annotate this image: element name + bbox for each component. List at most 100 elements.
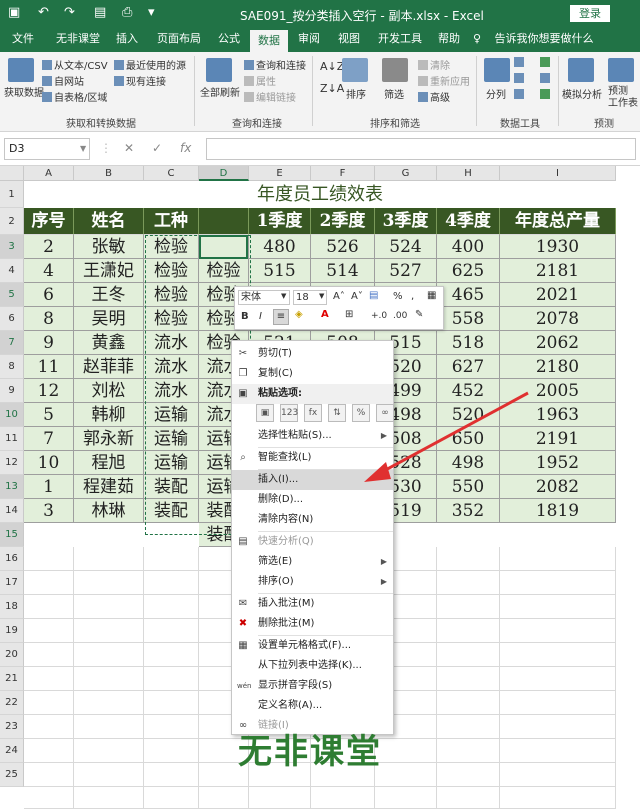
table-cell[interactable]: 5: [24, 403, 74, 427]
empty-cell[interactable]: [24, 691, 74, 715]
table-cell[interactable]: 王冬: [74, 283, 144, 307]
empty-cell[interactable]: [144, 619, 199, 643]
table-cell[interactable]: 1952: [500, 451, 616, 475]
table-cell[interactable]: 2: [24, 235, 74, 259]
row-header-24[interactable]: 24: [0, 739, 24, 763]
row-header-1[interactable]: 1: [0, 181, 24, 208]
empty-cell[interactable]: [437, 571, 500, 595]
clear-button[interactable]: 清除: [418, 57, 450, 72]
paste-icon[interactable]: ▣: [256, 404, 274, 422]
table-cell[interactable]: 12: [24, 379, 74, 403]
empty-cell[interactable]: [24, 763, 74, 787]
row-header-3[interactable]: 3: [0, 235, 24, 259]
empty-cell[interactable]: [144, 643, 199, 667]
customize-icon[interactable]: ▾: [148, 5, 155, 20]
empty-cell[interactable]: [144, 691, 199, 715]
table-cell[interactable]: 2021: [500, 283, 616, 307]
empty-cell[interactable]: [249, 787, 311, 809]
reapply-button[interactable]: 重新应用: [418, 73, 470, 88]
table-cell[interactable]: 514: [311, 259, 375, 283]
table-cell[interactable]: 林琳: [74, 499, 144, 523]
row-header-17[interactable]: 17: [0, 571, 24, 595]
table-cell[interactable]: 4: [24, 259, 74, 283]
table-header-cell[interactable]: 序号: [24, 208, 74, 235]
recent-sources-button[interactable]: 最近使用的源: [114, 57, 186, 72]
table-cell[interactable]: 1: [24, 475, 74, 499]
table-cell[interactable]: 2180: [500, 355, 616, 379]
properties-button[interactable]: 属性: [244, 73, 276, 88]
empty-cell[interactable]: [144, 715, 199, 739]
selected-cell-d3[interactable]: [199, 235, 248, 259]
column-header-b[interactable]: B: [74, 166, 144, 181]
empty-cell[interactable]: [74, 763, 144, 787]
row-header-9[interactable]: 9: [0, 379, 24, 403]
increase-decimal-icon[interactable]: +.0: [371, 311, 387, 321]
table-cell[interactable]: 2005: [500, 379, 616, 403]
split-button[interactable]: 分列: [486, 86, 506, 101]
consolidate-icon[interactable]: [540, 57, 552, 69]
column-header-i[interactable]: I: [500, 166, 616, 181]
table-cell[interactable]: 11: [24, 355, 74, 379]
table-cell[interactable]: 515: [249, 259, 311, 283]
table-cell[interactable]: 550: [437, 475, 500, 499]
empty-cell[interactable]: [74, 643, 144, 667]
enter-icon[interactable]: ✓: [152, 141, 162, 155]
table-cell[interactable]: 625: [437, 259, 500, 283]
comma-icon[interactable]: ,: [411, 291, 414, 302]
row-header-19[interactable]: 19: [0, 619, 24, 643]
column-header-h[interactable]: H: [437, 166, 500, 181]
empty-cell[interactable]: [437, 787, 500, 809]
menu-phonetic[interactable]: wén 显示拼音字段(S): [232, 676, 393, 696]
format-painter-icon[interactable]: ✎: [415, 309, 423, 320]
formula-input[interactable]: [206, 138, 636, 160]
table-cell[interactable]: 2082: [500, 475, 616, 499]
row-header-18[interactable]: 18: [0, 595, 24, 619]
empty-cell[interactable]: [74, 595, 144, 619]
empty-cell[interactable]: [437, 691, 500, 715]
table-cell[interactable]: 黄鑫: [74, 331, 144, 355]
table-cell[interactable]: 558: [437, 307, 500, 331]
column-header-d[interactable]: D: [199, 166, 249, 181]
name-box[interactable]: D3: [4, 138, 90, 160]
forecast-sheet-icon[interactable]: [608, 58, 634, 82]
row-header-11[interactable]: 11: [0, 427, 24, 451]
table-cell[interactable]: 1930: [500, 235, 616, 259]
row-header-21[interactable]: 21: [0, 667, 24, 691]
empty-cell[interactable]: [144, 739, 199, 763]
table-cell[interactable]: 2181: [500, 259, 616, 283]
table-cell[interactable]: 465: [437, 283, 500, 307]
row-header-12[interactable]: 12: [0, 451, 24, 475]
from-web-button[interactable]: 自网站: [42, 73, 84, 88]
name-box-dropdown-icon[interactable]: ▼: [80, 144, 86, 153]
font-color-icon[interactable]: A: [321, 309, 329, 320]
split-icon[interactable]: [484, 58, 510, 82]
table-cell[interactable]: 352: [437, 499, 500, 523]
flash-fill-icon[interactable]: [514, 57, 526, 69]
tab-review[interactable]: 审阅: [292, 28, 326, 52]
whatif-button[interactable]: 模拟分析: [562, 86, 602, 101]
empty-cell[interactable]: [24, 739, 74, 763]
paste-formatting-icon[interactable]: %: [352, 404, 370, 422]
get-data-icon[interactable]: [8, 58, 34, 82]
column-header-a[interactable]: A: [24, 166, 74, 181]
column-header-e[interactable]: E: [249, 166, 311, 181]
table-cell[interactable]: 518: [437, 331, 500, 355]
empty-cell[interactable]: [74, 739, 144, 763]
paste-link-icon[interactable]: ∞: [376, 404, 394, 422]
empty-cell[interactable]: [500, 691, 616, 715]
empty-cell[interactable]: [24, 571, 74, 595]
table-cell[interactable]: 吴明: [74, 307, 144, 331]
font-dropdown-icon[interactable]: ▼: [281, 292, 286, 300]
decrease-decimal-icon[interactable]: .00: [393, 311, 407, 321]
table-cell[interactable]: 3: [24, 499, 74, 523]
from-table-button[interactable]: 自表格/区域: [42, 89, 107, 104]
empty-cell[interactable]: [74, 691, 144, 715]
column-header-c[interactable]: C: [144, 166, 199, 181]
table-header-cell[interactable]: 工种: [144, 208, 199, 235]
empty-cell[interactable]: [144, 667, 199, 691]
tab-developer[interactable]: 开发工具: [372, 28, 428, 52]
refresh-all-button[interactable]: 全部刷新: [200, 84, 240, 99]
fill-color-icon[interactable]: ◈: [295, 309, 303, 320]
empty-cell[interactable]: [74, 571, 144, 595]
empty-cell[interactable]: [375, 787, 437, 809]
